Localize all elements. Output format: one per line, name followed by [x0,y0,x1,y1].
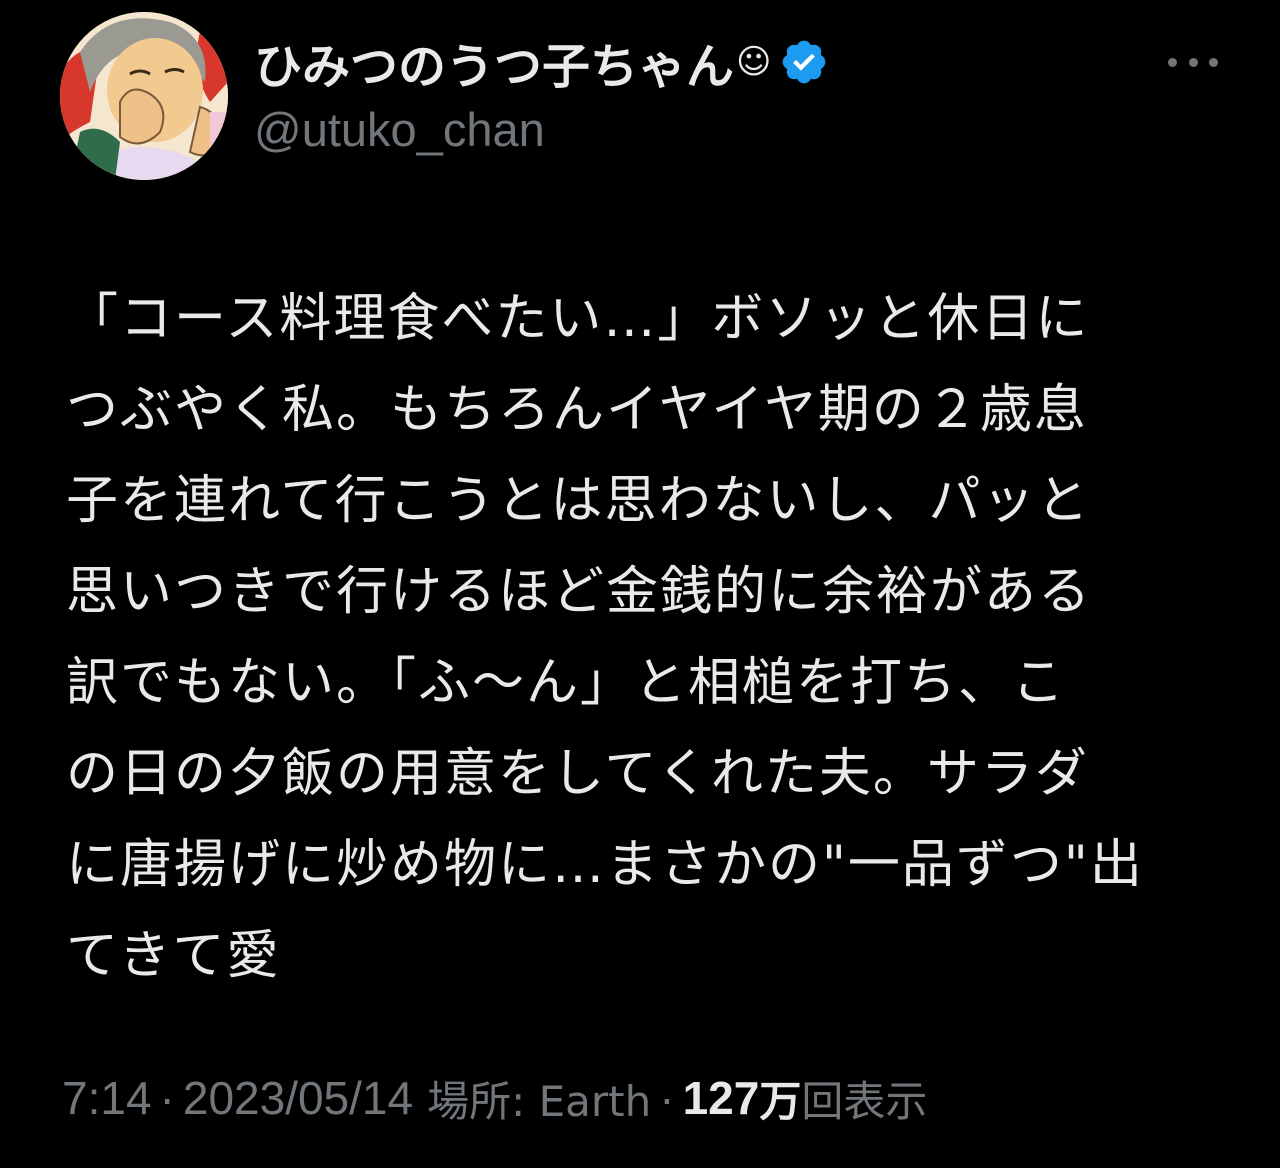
more-dot [1188,57,1198,67]
avatar[interactable] [60,12,228,180]
tweet-date[interactable]: 2023/05/14 [183,1071,413,1125]
more-dot [1168,57,1177,67]
views-count[interactable]: 127 [683,1071,760,1125]
author-display-name[interactable]: ひみつのうつ子ちゃん [254,27,734,97]
tweet-text: 「コース料理食べたい…」ボソッと休日に つぶやく私。もちろんイヤイヤ期の２歳息 … [66,289,1144,986]
author-name-row[interactable]: ひみつのうつ子ちゃん ☺ [254,27,829,97]
meta-separator: · [659,1072,675,1124]
views-unit[interactable]: 万 [759,1068,801,1129]
author-handle[interactable]: @utuko_chan [254,102,545,157]
more-horizontal-icon[interactable] [1168,42,1218,82]
tweet-location: 場所: Earth [427,1076,652,1126]
tweet-time[interactable]: 7:14 [62,1071,152,1125]
smiley-emoji: ☺ [736,42,772,82]
views-label[interactable]: 回表示 [801,1068,927,1129]
more-dot [1209,57,1218,67]
tweet: ひみつのうつ子ちゃん ☺ @utuko_chan 「コース料理食べたい…」ボソッ… [0,0,1280,1168]
tweet-metadata: 7:14 · 2023/05/14 場所: Earth · 127 万 回表示 [62,1068,927,1128]
avatar-illustration [60,12,228,180]
verified-badge-icon [779,37,829,87]
meta-separator: · [159,1072,175,1124]
